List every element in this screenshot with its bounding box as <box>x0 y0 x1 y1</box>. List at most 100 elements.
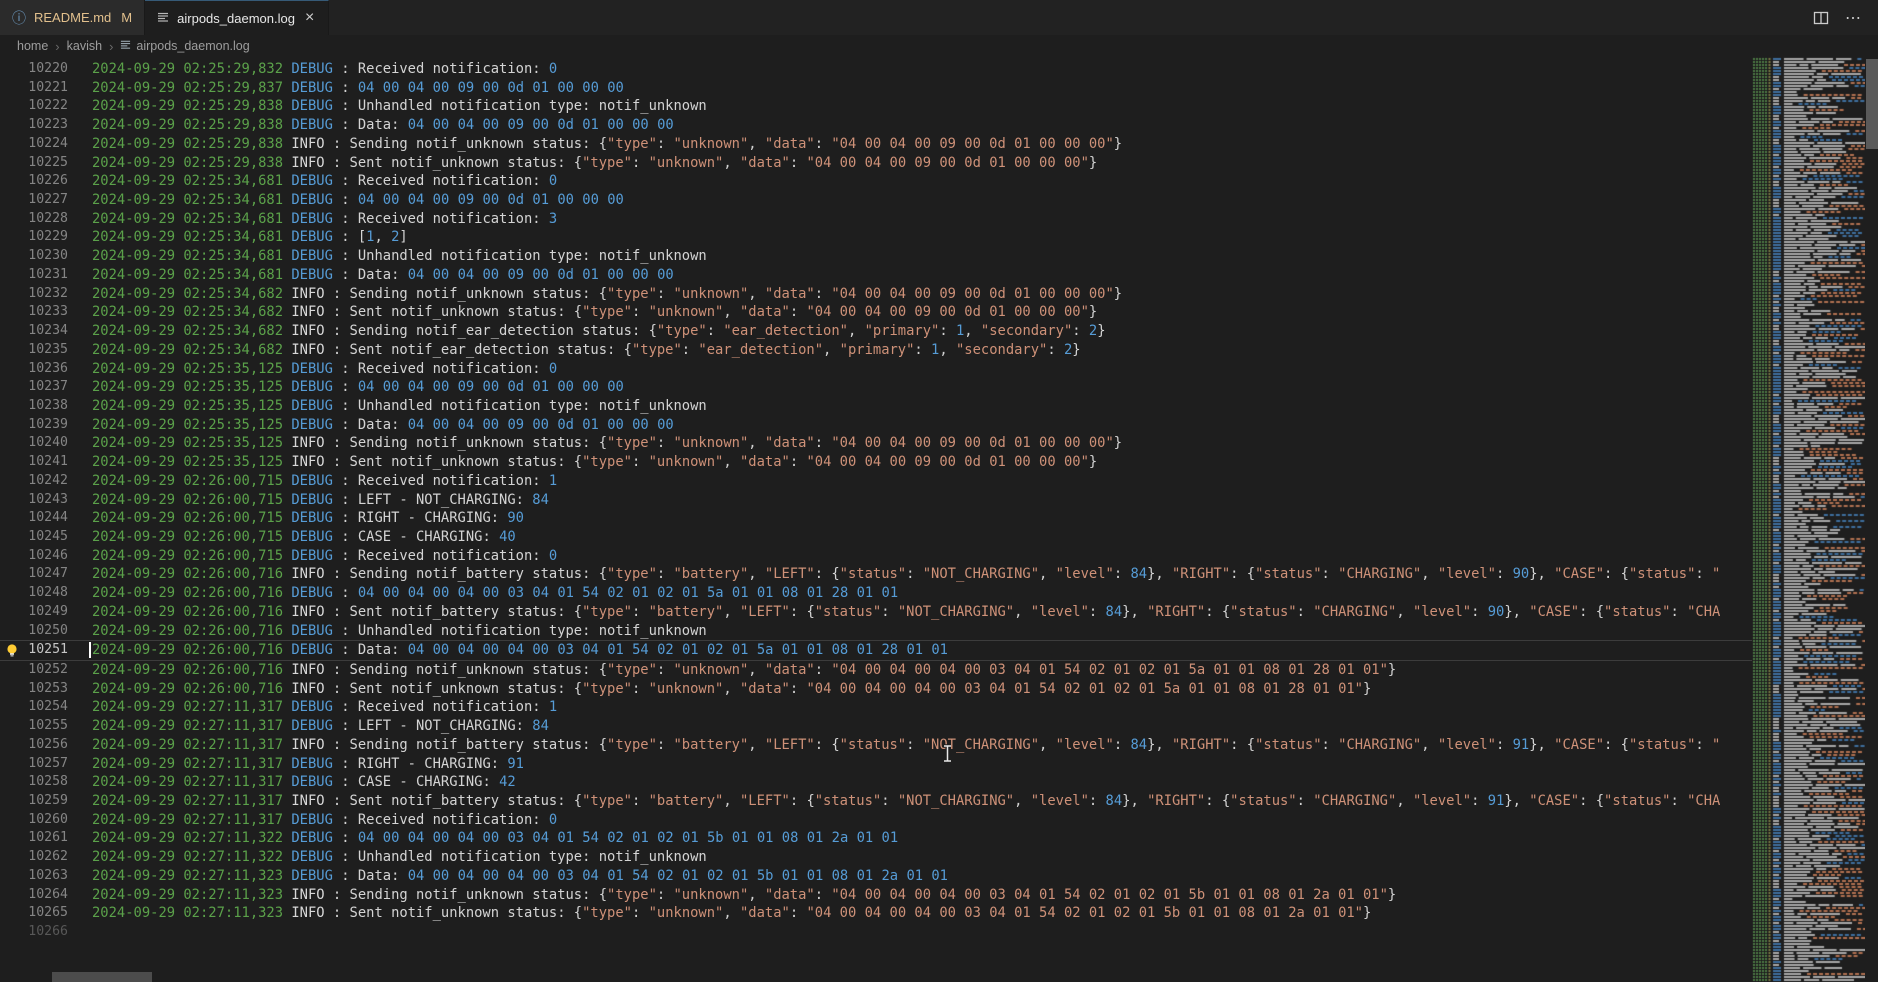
line-number: 10233 <box>0 303 68 322</box>
log-line[interactable]: 10228 2024-09-29 02:25:34,681 DEBUG : Rec… <box>0 210 1752 229</box>
log-file-icon <box>120 39 131 53</box>
line-number: 10247 <box>0 565 68 584</box>
log-line[interactable]: 10258 2024-09-29 02:27:11,317 DEBUG : CAS… <box>0 773 1752 792</box>
chevron-right-icon: › <box>55 39 59 54</box>
log-line-text: 2024-09-29 02:25:29,837 DEBUG : 04 00 04… <box>92 79 624 98</box>
log-line[interactable]: 102262024-09-29 02:25:34,681 DEBUG : Rec… <box>0 172 1752 191</box>
line-number: 10231 <box>0 266 68 285</box>
log-line[interactable]: 10248 2024-09-29 02:26:00,716 DEBUG : 04 … <box>0 584 1752 603</box>
line-number: 10260 <box>0 811 68 830</box>
editor-pane[interactable]: 102202024-09-29 02:25:29,832 DEBUG : Rec… <box>0 57 1752 982</box>
tab-readme[interactable]: ⓘ README.md M <box>0 0 145 35</box>
log-line[interactable]: 102502024-09-29 02:26:00,716 DEBUG : Unh… <box>0 622 1752 641</box>
line-number: 10237 <box>0 378 68 397</box>
log-line[interactable]: 102422024-09-29 02:26:00,715 DEBUG : Rec… <box>0 472 1752 491</box>
log-line[interactable]: 102612024-09-29 02:27:11,322 DEBUG : 04 … <box>0 829 1752 848</box>
log-line[interactable]: 102322024-09-29 02:25:34,682 INFO : Send… <box>0 285 1752 304</box>
log-line-text: 2024-09-29 02:26:00,716 INFO : Sending n… <box>92 661 1396 680</box>
log-line[interactable]: 10229 2024-09-29 02:25:34,681 DEBUG : [1,… <box>0 228 1752 247</box>
vertical-scrollbar-thumb[interactable] <box>1866 59 1878 149</box>
log-line-text: 2024-09-29 02:25:35,125 DEBUG : 04 00 04… <box>92 378 624 397</box>
line-number: 10222 <box>0 97 68 116</box>
log-line[interactable]: 10234 2024-09-29 02:25:34,682 INFO : Send… <box>0 322 1752 341</box>
log-line[interactable]: 10260 2024-09-29 02:27:11,317 DEBUG : Rec… <box>0 811 1752 830</box>
log-line[interactable]: 10254 2024-09-29 02:27:11,317 DEBUG : Rec… <box>0 698 1752 717</box>
minimap[interactable] <box>1752 57 1865 982</box>
log-line[interactable]: 102412024-09-29 02:25:35,125 INFO : Sent… <box>0 453 1752 472</box>
line-number: 10258 <box>0 773 68 792</box>
log-line[interactable]: 102402024-09-29 02:25:35,125 INFO : Send… <box>0 434 1752 453</box>
split-editor-icon[interactable] <box>1813 10 1829 26</box>
log-line[interactable]: 102272024-09-29 02:25:34,681 DEBUG : 04 … <box>0 191 1752 210</box>
log-line[interactable]: 102572024-09-29 02:27:11,317 DEBUG : RIG… <box>0 755 1752 774</box>
line-number: 10242 <box>0 472 68 491</box>
log-line-text: 2024-09-29 02:25:34,682 INFO : Sending n… <box>92 322 1106 341</box>
line-number: 10266 <box>0 923 68 942</box>
line-number: 10234 <box>0 322 68 341</box>
log-line-text: 2024-09-29 02:27:11,317 DEBUG : CASE - C… <box>92 773 516 792</box>
log-line[interactable]: 102352024-09-29 02:25:34,682 INFO : Sent… <box>0 341 1752 360</box>
text-caret <box>89 642 91 658</box>
line-number: 10220 <box>0 60 68 79</box>
log-line[interactable]: 10264 2024-09-29 02:27:11,323 INFO : Send… <box>0 886 1752 905</box>
breadcrumb-home[interactable]: home <box>17 39 48 53</box>
log-line[interactable]: 10253 2024-09-29 02:26:00,716 INFO : Sent… <box>0 680 1752 699</box>
log-line[interactable]: 102362024-09-29 02:25:35,125 DEBUG : Rec… <box>0 360 1752 379</box>
tab-airpods-daemon-log[interactable]: airpods_daemon.log × <box>145 0 329 35</box>
more-actions-icon[interactable]: ⋯ <box>1845 8 1862 28</box>
log-line-text: 2024-09-29 02:26:00,716 DEBUG : 04 00 04… <box>92 584 898 603</box>
log-line-text: 2024-09-29 02:25:29,838 INFO : Sent noti… <box>92 154 1097 173</box>
log-line[interactable]: 102252024-09-29 02:25:29,838 INFO : Sent… <box>0 154 1752 173</box>
log-line[interactable]: 102332024-09-29 02:25:34,682 INFO : Sent… <box>0 303 1752 322</box>
log-line[interactable]: 102452024-09-29 02:26:00,715 DEBUG : CAS… <box>0 528 1752 547</box>
log-line[interactable]: 102592024-09-29 02:27:11,317 INFO : Sent… <box>0 792 1752 811</box>
line-number: 10264 <box>0 886 68 905</box>
log-line[interactable]: 10266 <box>0 923 1752 942</box>
line-number: 10248 <box>0 584 68 603</box>
line-number: 10257 <box>0 755 68 774</box>
log-line[interactable]: 10222 2024-09-29 02:25:29,838 DEBUG : Unh… <box>0 97 1752 116</box>
log-line[interactable]: 102632024-09-29 02:27:11,323 DEBUG : Dat… <box>0 867 1752 886</box>
line-number: 10228 <box>0 210 68 229</box>
log-line[interactable]: 102552024-09-29 02:27:11,317 DEBUG : LEF… <box>0 717 1752 736</box>
log-line[interactable]: 102522024-09-29 02:26:00,716 INFO : Send… <box>0 661 1752 680</box>
log-line[interactable]: 102562024-09-29 02:27:11,317 INFO : Send… <box>0 736 1752 755</box>
log-line-text: 2024-09-29 02:26:00,716 INFO : Sent noti… <box>92 680 1371 699</box>
close-icon[interactable]: × <box>303 10 316 26</box>
log-line[interactable]: 102392024-09-29 02:25:35,125 DEBUG : Dat… <box>0 416 1752 435</box>
line-number: 10254 <box>0 698 68 717</box>
log-line[interactable]: 102472024-09-29 02:26:00,716 INFO : Send… <box>0 565 1752 584</box>
log-line[interactable]: 102312024-09-29 02:25:34,681 DEBUG : Dat… <box>0 266 1752 285</box>
log-line[interactable]: 102242024-09-29 02:25:29,838 INFO : Send… <box>0 135 1752 154</box>
log-line-text: 2024-09-29 02:27:11,317 INFO : Sending n… <box>92 736 1720 755</box>
log-line[interactable]: 102302024-09-29 02:25:34,681 DEBUG : Unh… <box>0 247 1752 266</box>
breadcrumb-file[interactable]: airpods_daemon.log <box>120 39 249 53</box>
line-number: 10243 <box>0 491 68 510</box>
log-line[interactable]: 102382024-09-29 02:25:35,125 DEBUG : Unh… <box>0 397 1752 416</box>
line-number: 10244 <box>0 509 68 528</box>
log-line-text: 2024-09-29 02:25:29,838 DEBUG : Unhandle… <box>92 97 707 116</box>
breadcrumb-file-label: airpods_daemon.log <box>136 39 249 53</box>
log-line[interactable]: 102492024-09-29 02:26:00,716 INFO : Sent… <box>0 603 1752 622</box>
log-line-text: 2024-09-29 02:27:11,323 INFO : Sending n… <box>92 886 1396 905</box>
log-line-text: 2024-09-29 02:27:11,317 DEBUG : Received… <box>92 698 557 717</box>
log-line[interactable]: 102442024-09-29 02:26:00,715 DEBUG : RIG… <box>0 509 1752 528</box>
log-line-text: 2024-09-29 02:27:11,323 INFO : Sent noti… <box>92 904 1371 923</box>
log-line[interactable]: 102432024-09-29 02:26:00,715 DEBUG : LEF… <box>0 491 1752 510</box>
log-line[interactable]: 102622024-09-29 02:27:11,322 DEBUG : Unh… <box>0 848 1752 867</box>
horizontal-scrollbar-thumb[interactable] <box>52 972 152 982</box>
log-line[interactable]: 102212024-09-29 02:25:29,837 DEBUG : 04 … <box>0 79 1752 98</box>
log-line-text: 2024-09-29 02:25:34,681 DEBUG : [1, 2] <box>92 228 408 247</box>
log-line[interactable]: 10237 2024-09-29 02:25:35,125 DEBUG : 04 … <box>0 378 1752 397</box>
line-number: 10253 <box>0 680 68 699</box>
log-line[interactable]: 102202024-09-29 02:25:29,832 DEBUG : Rec… <box>0 60 1752 79</box>
log-line-text: 2024-09-29 02:27:11,317 DEBUG : Received… <box>92 811 557 830</box>
log-line[interactable]: 102512024-09-29 02:26:00,716 DEBUG : Dat… <box>0 640 1752 661</box>
log-line-text: 2024-09-29 02:25:34,681 DEBUG : Received… <box>92 210 557 229</box>
log-line[interactable]: 102232024-09-29 02:25:29,838 DEBUG : Dat… <box>0 116 1752 135</box>
line-number: 10229 <box>0 228 68 247</box>
log-line[interactable]: 102652024-09-29 02:27:11,323 INFO : Sent… <box>0 904 1752 923</box>
log-line[interactable]: 102462024-09-29 02:26:00,715 DEBUG : Rec… <box>0 547 1752 566</box>
log-line-text: 2024-09-29 02:26:00,715 DEBUG : Received… <box>92 547 557 566</box>
breadcrumb-kavish[interactable]: kavish <box>67 39 102 53</box>
